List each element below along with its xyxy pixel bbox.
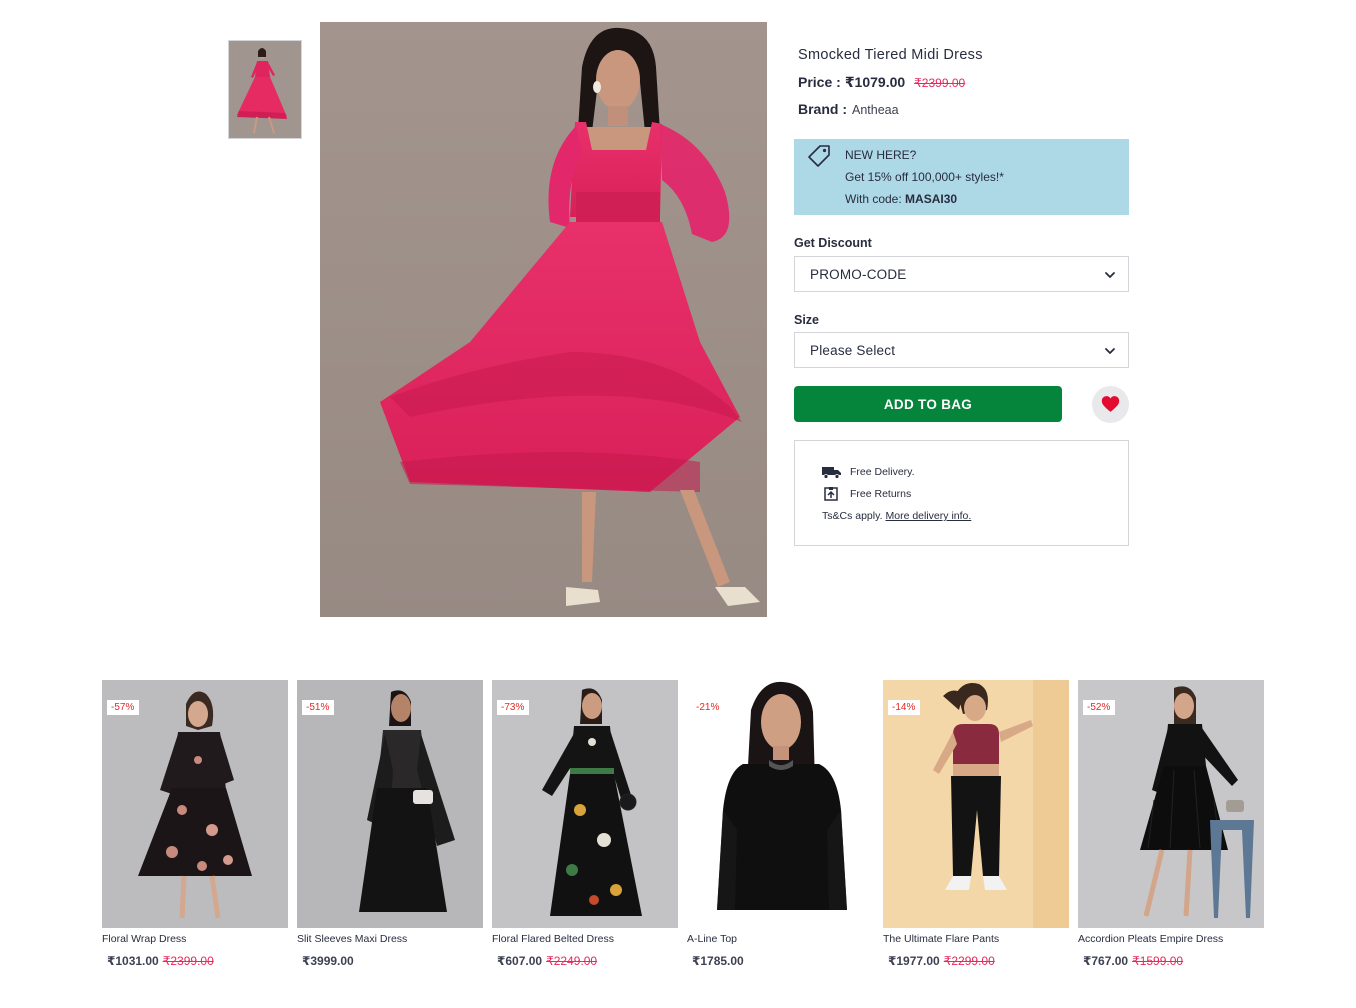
price-row: Price : ₹1079.00 ₹2399.00 (798, 74, 965, 91)
recommendation-card[interactable]: -57% Floral Wrap Dress ₹1031.00 ₹2399.00 (102, 680, 288, 980)
discount-badge: -14% (888, 700, 921, 715)
discount-label: Get Discount (794, 236, 872, 250)
recommendation-name: The Ultimate Flare Pants (883, 933, 1000, 945)
recommendation-original-price: ₹2399.00 (162, 954, 214, 968)
product-thumbnail[interactable] (228, 40, 302, 139)
tag-icon (808, 145, 830, 167)
recommendation-image (297, 680, 483, 928)
discount-badge: -73% (497, 700, 530, 715)
recommendation-image (687, 680, 873, 928)
brand-name: Antheaa (852, 103, 899, 117)
heart-icon (1101, 396, 1120, 412)
recommendation-price: ₹1785.00 (692, 954, 744, 968)
free-delivery-text: Free Delivery. (850, 466, 915, 478)
truck-icon (822, 467, 841, 479)
recommendation-card[interactable]: -51% Slit Sleeves Maxi Dress ₹3999.00 (297, 680, 483, 980)
promo-banner: NEW HERE? Get 15% off 100,000+ styles!* … (794, 139, 1129, 215)
promo-code-prefix: With code: (845, 192, 906, 206)
more-delivery-info-link[interactable]: More delivery info. (886, 510, 972, 522)
product-title: Smocked Tiered Midi Dress (798, 47, 983, 63)
recommendation-original-price: ₹2249.00 (546, 954, 598, 968)
recommendation-image (492, 680, 678, 928)
recommendation-price: ₹767.00 (1083, 954, 1129, 968)
size-label: Size (794, 313, 820, 327)
recommendation-card[interactable]: -14% The Ultimate Flare Pants ₹1977.00 ₹2… (883, 680, 1069, 980)
promo-code-dropdown[interactable]: PROMO-CODE (794, 256, 1129, 292)
recommendation-name: Accordion Pleats Empire Dress (1078, 933, 1224, 945)
brand-row: Brand : Antheaa (798, 101, 899, 117)
price-label: Price : (798, 74, 841, 90)
promo-code-line: With code: MASAI30 (845, 192, 957, 206)
size-selected: Please Select (810, 343, 896, 358)
original-price: ₹2399.00 (914, 76, 966, 90)
current-price: ₹1079.00 (844, 74, 906, 90)
return-box-icon (824, 487, 838, 501)
delivery-info-box: Free Delivery. Free Returns Ts&Cs apply.… (794, 440, 1129, 546)
brand-label: Brand : (798, 101, 847, 117)
recommendation-card[interactable]: -52% Accordion Pleats Empire Dress ₹767.… (1078, 680, 1264, 980)
recommendation-name: Floral Wrap Dress (102, 933, 187, 945)
recommendation-name: A-Line Top (687, 933, 738, 945)
recommendation-price: ₹607.00 (497, 954, 543, 968)
dress-thumbnail-image (229, 41, 301, 138)
floral-flared-belted-dress-image (492, 680, 678, 928)
a-line-top-image (687, 680, 873, 928)
recommendation-price-row: ₹767.00 ₹1599.00 (1083, 954, 1183, 968)
promo-headline: NEW HERE? (845, 148, 917, 162)
discount-badge: -57% (107, 700, 140, 715)
recommendation-image (102, 680, 288, 928)
main-product-image (320, 22, 767, 617)
terms-row: Ts&Cs apply. More delivery info. (822, 510, 971, 522)
wishlist-button[interactable] (1092, 386, 1129, 423)
recommendation-price: ₹1031.00 (107, 954, 159, 968)
recommendation-name: Floral Flared Belted Dress (492, 933, 614, 945)
recommendation-price-row: ₹1031.00 ₹2399.00 (107, 954, 214, 968)
accordion-pleats-empire-dress-image (1078, 680, 1264, 928)
promo-offer: Get 15% off 100,000+ styles!* (845, 170, 1004, 184)
chevron-down-icon (1105, 272, 1115, 278)
free-returns-text: Free Returns (850, 488, 912, 500)
recommendation-card[interactable]: -21% A-Line Top ₹1785.00 (687, 680, 873, 980)
discount-badge: -51% (302, 700, 335, 715)
recommendation-price-row: ₹1785.00 (692, 954, 748, 968)
recommendation-price: ₹3999.00 (302, 954, 354, 968)
recommendation-price-row: ₹607.00 ₹2249.00 (497, 954, 597, 968)
discount-badge: -21% (692, 700, 725, 715)
recommendation-price-row: ₹1977.00 ₹2299.00 (888, 954, 995, 968)
free-returns-row: Free Returns (822, 487, 911, 501)
add-to-bag-button[interactable]: ADD TO BAG (794, 386, 1062, 422)
size-dropdown[interactable]: Please Select (794, 332, 1129, 368)
dress-model-image (320, 22, 767, 617)
recommendation-original-price: ₹1599.00 (1132, 954, 1184, 968)
chevron-down-icon (1105, 348, 1115, 354)
floral-wrap-dress-image (102, 680, 288, 928)
recommendation-price: ₹1977.00 (888, 954, 940, 968)
promo-code-selected: PROMO-CODE (810, 267, 907, 282)
recommendation-image (883, 680, 1069, 928)
recommendation-image (1078, 680, 1264, 928)
terms-text: Ts&Cs apply. (822, 510, 883, 522)
ultimate-flare-pants-image (883, 680, 1069, 928)
recommendation-original-price: ₹2299.00 (943, 954, 995, 968)
recommendation-price-row: ₹3999.00 (302, 954, 358, 968)
recommendation-card[interactable]: -73% Floral Flared Belted Dress ₹607.00 ₹… (492, 680, 678, 980)
slit-sleeves-maxi-dress-image (297, 680, 483, 928)
free-delivery-row: Free Delivery. (822, 465, 915, 479)
recommendation-name: Slit Sleeves Maxi Dress (297, 933, 408, 945)
discount-badge: -52% (1083, 700, 1116, 715)
promo-code: MASAI30 (905, 192, 958, 206)
